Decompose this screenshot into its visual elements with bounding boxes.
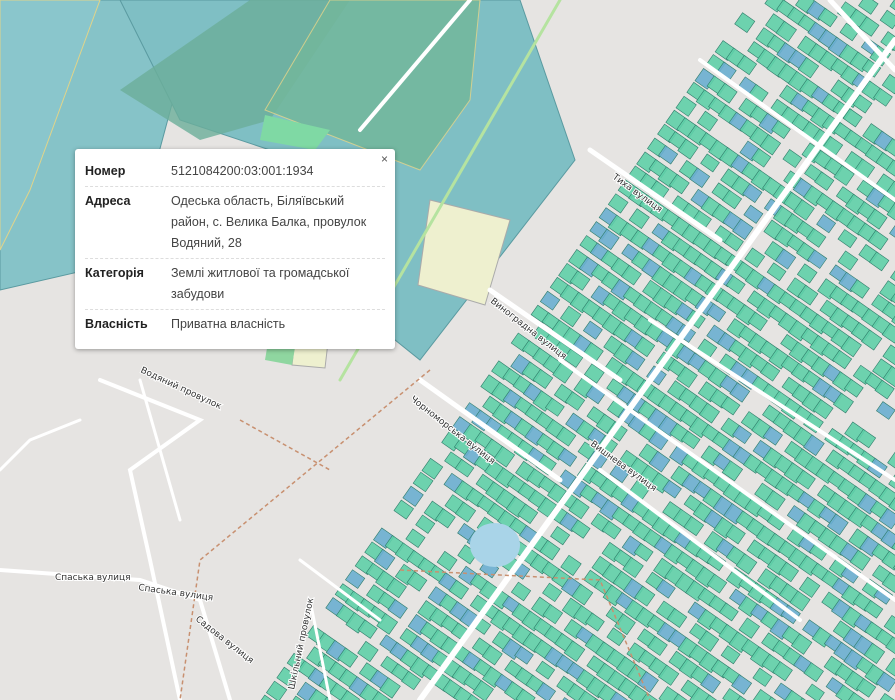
parcel[interactable] (734, 12, 756, 33)
parcel[interactable] (752, 689, 774, 700)
popup-row-category: Категорія Землі житлової та громадської з… (85, 259, 385, 310)
parcel[interactable] (436, 550, 458, 572)
parcel[interactable] (357, 640, 379, 663)
parcel[interactable] (887, 451, 895, 472)
street-label-sadova: Садова вулиця (193, 614, 255, 666)
parcel-info-popup: × Номер 5121084200:03:001:1934 Адреса Одес… (75, 149, 395, 349)
parcel[interactable] (752, 667, 773, 687)
parcel[interactable] (837, 250, 859, 271)
value-address: Одеська область, Біляївський район, с. В… (171, 194, 367, 250)
parcel[interactable] (876, 693, 895, 700)
parcel[interactable] (542, 582, 563, 603)
street-label-vodyanyi: Водяний провулок (139, 366, 224, 413)
street-label-spaska-2: Спаська вулиця (138, 583, 214, 603)
parcel[interactable] (607, 193, 629, 214)
parcel[interactable] (345, 569, 366, 589)
value-ownership: Приватна власність (171, 317, 286, 331)
street-label-spaska: Спаська вулиця (55, 573, 131, 583)
parcel[interactable] (405, 528, 426, 548)
parcel[interactable] (582, 320, 603, 340)
parcel[interactable] (879, 9, 895, 30)
label-ownership: Власність (85, 317, 148, 331)
pond (470, 523, 520, 567)
parcel[interactable] (510, 581, 532, 602)
close-icon[interactable]: × (381, 152, 388, 166)
popup-row-ownership: Власність Приватна власність (85, 310, 385, 339)
parcel[interactable] (782, 149, 803, 169)
parcel[interactable] (796, 263, 818, 284)
cadastral-map[interactable]: Водяний провулок Спаська вулиця Спаська … (0, 0, 895, 700)
parcel[interactable] (743, 204, 764, 224)
parcel[interactable] (265, 680, 288, 700)
label-number: Номер (85, 164, 126, 178)
parcel[interactable] (550, 526, 571, 546)
popup-row-address: Адреса Одеська область, Біляївський район… (85, 187, 385, 259)
value-number: 5121084200:03:001:1934 (171, 164, 314, 178)
parcel[interactable] (744, 247, 766, 268)
parcel[interactable] (628, 208, 650, 229)
parcel[interactable] (539, 290, 561, 311)
label-category: Категорія (85, 266, 144, 280)
label-address: Адреса (85, 194, 131, 208)
value-category: Землі житлової та громадської забудови (171, 266, 350, 301)
parcel[interactable] (858, 0, 879, 15)
parcel[interactable] (805, 683, 825, 700)
popup-row-number: Номер 5121084200:03:001:1934 (85, 157, 385, 187)
parcel[interactable] (876, 401, 895, 420)
parcel[interactable] (696, 110, 719, 132)
parcel[interactable] (889, 223, 895, 243)
